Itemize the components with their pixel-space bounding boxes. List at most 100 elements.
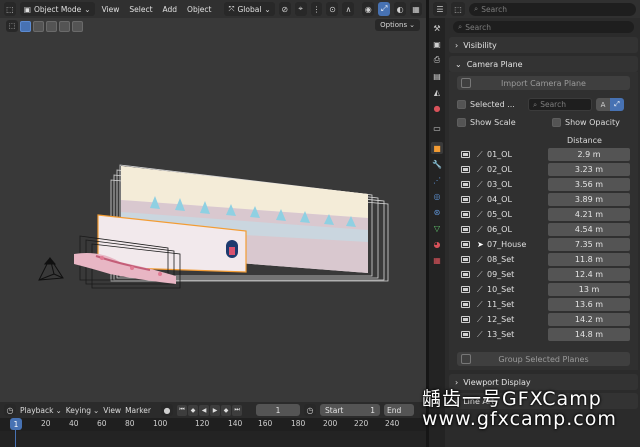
camera-view-icon[interactable] bbox=[461, 241, 470, 248]
3d-viewport[interactable]: ⬚ ▣ Object Mode ⌄ View Select Add Object… bbox=[0, 0, 426, 402]
show-scale-checkbox[interactable] bbox=[457, 118, 466, 127]
camera-view-icon[interactable] bbox=[461, 271, 470, 278]
start-frame-field[interactable]: Start 1 bbox=[320, 404, 381, 416]
import-camera-plane-button[interactable]: Import Camera Plane bbox=[457, 76, 630, 90]
list-item[interactable]: ⟋ 04_OL 3.89 m bbox=[457, 192, 630, 207]
distance-field[interactable]: 4.21 m bbox=[548, 208, 630, 221]
current-frame-field[interactable]: 1 bbox=[256, 404, 301, 416]
distance-field[interactable]: 3.89 m bbox=[548, 193, 630, 206]
camera-view-icon[interactable] bbox=[461, 211, 470, 218]
particles-tab-icon[interactable]: ⋰ bbox=[431, 174, 443, 186]
tool-tab-icon[interactable]: ⚒ bbox=[431, 22, 443, 34]
menu-select[interactable]: Select bbox=[126, 2, 155, 16]
distance-field[interactable]: 14.2 m bbox=[548, 313, 630, 326]
group-selected-planes-button[interactable]: Group Selected Planes bbox=[457, 352, 630, 366]
distance-field[interactable]: 14.8 m bbox=[548, 328, 630, 341]
camera-view-icon[interactable] bbox=[461, 151, 470, 158]
jump-start-icon[interactable]: ⏮ bbox=[177, 404, 188, 416]
play-icon[interactable]: ▶ bbox=[210, 404, 221, 416]
material-tab-icon[interactable]: ◕ bbox=[431, 238, 443, 250]
list-item[interactable]: ⟋ 05_OL 4.21 m bbox=[457, 207, 630, 222]
modifier-tab-icon[interactable]: 🔧 bbox=[431, 158, 443, 170]
pivot-icon[interactable]: ⊘ bbox=[278, 2, 291, 16]
next-keyframe-icon[interactable]: ◆ bbox=[221, 404, 232, 416]
collection-tab-icon[interactable]: ▭ bbox=[431, 122, 443, 134]
camera-view-icon[interactable] bbox=[461, 181, 470, 188]
distance-field[interactable]: 3.56 m bbox=[548, 178, 630, 191]
overlays-icon[interactable]: ◐ bbox=[394, 2, 407, 16]
end-frame-field[interactable]: End bbox=[384, 404, 415, 416]
distance-field[interactable]: 12.4 m bbox=[548, 268, 630, 281]
play-reverse-icon[interactable]: ◀ bbox=[199, 404, 210, 416]
list-item[interactable]: ⟋ 06_OL 4.54 m bbox=[457, 222, 630, 237]
distance-field[interactable]: 11.8 m bbox=[548, 253, 630, 266]
distance-field[interactable]: 3.23 m bbox=[548, 163, 630, 176]
view-object-types-icon[interactable]: ◉ bbox=[362, 2, 375, 16]
output-tab-icon[interactable]: ⎙ bbox=[431, 54, 443, 66]
list-item[interactable]: ⟋ 13_Set 14.8 m bbox=[457, 327, 630, 342]
mode-dropdown[interactable]: ▣ Object Mode ⌄ bbox=[19, 2, 95, 16]
camera-view-icon[interactable] bbox=[461, 331, 470, 338]
menu-view[interactable]: View bbox=[99, 2, 123, 16]
frame-ruler[interactable]: 20 40 60 80 100 120 140 160 180 200 220 … bbox=[0, 418, 426, 431]
plane-filter-search[interactable]: ⌕ Search bbox=[528, 98, 592, 111]
transform-orientation-dropdown[interactable]: ⤧ Global ⌄ bbox=[224, 2, 275, 16]
properties-search[interactable]: ⌕ Search bbox=[453, 21, 634, 33]
list-item[interactable]: ⟋ 12_Set 14.2 m bbox=[457, 312, 630, 327]
camera-view-icon[interactable] bbox=[461, 316, 470, 323]
clock-icon[interactable]: ◷ bbox=[304, 404, 317, 416]
camera-view-icon[interactable] bbox=[461, 196, 470, 203]
editor-type-icon[interactable]: ⬚ bbox=[4, 2, 16, 16]
snap-icon[interactable]: ⌖ bbox=[294, 2, 307, 16]
menu-keying[interactable]: Keying ⌄ bbox=[66, 406, 100, 415]
distance-field[interactable]: 4.54 m bbox=[548, 223, 630, 236]
panel-visibility[interactable]: › Visibility bbox=[449, 37, 638, 53]
list-item[interactable]: ⟋ 09_Set 12.4 m bbox=[457, 267, 630, 282]
camera-view-icon[interactable] bbox=[461, 166, 470, 173]
list-item[interactable]: ⟋ 10_Set 13 m bbox=[457, 282, 630, 297]
physics-tab-icon[interactable]: ◎ bbox=[431, 190, 443, 202]
list-item[interactable]: ➤ 07_House 7.35 m bbox=[457, 237, 630, 252]
proportional-edit-icon[interactable]: ⊙ bbox=[326, 2, 339, 16]
selected-only-checkbox[interactable] bbox=[457, 100, 466, 109]
jump-end-icon[interactable]: ⏭ bbox=[232, 404, 243, 416]
distance-field[interactable]: 2.9 m bbox=[548, 148, 630, 161]
menu-marker[interactable]: Marker bbox=[125, 406, 151, 415]
gizmo-icon[interactable]: ⤢ bbox=[378, 2, 391, 16]
world-tab-icon[interactable]: ● bbox=[431, 102, 443, 114]
scene-tab-icon[interactable]: ◭ bbox=[431, 86, 443, 98]
list-item[interactable]: ⟋ 02_OL 3.23 m bbox=[457, 162, 630, 177]
camera-view-icon[interactable] bbox=[461, 286, 470, 293]
distance-field[interactable]: 7.35 m bbox=[548, 238, 630, 251]
timeline-editor-icon[interactable]: ◷ bbox=[4, 404, 16, 416]
falloff-icon[interactable]: ∧ bbox=[342, 2, 355, 16]
camera-view-icon[interactable] bbox=[461, 301, 470, 308]
camera-view-icon[interactable] bbox=[461, 256, 470, 263]
editor-type-icon[interactable]: ☰ bbox=[433, 2, 447, 16]
prev-keyframe-icon[interactable]: ◆ bbox=[188, 404, 199, 416]
render-tab-icon[interactable]: ▣ bbox=[431, 38, 443, 50]
object-tab-icon[interactable]: ■ bbox=[431, 142, 443, 154]
panel-viewport-display[interactable]: › Viewport Display bbox=[449, 374, 638, 390]
distance-field[interactable]: 13.6 m bbox=[548, 298, 630, 311]
snap-target-icon[interactable]: ⋮ bbox=[310, 2, 323, 16]
menu-view[interactable]: View bbox=[103, 406, 121, 415]
data-tab-icon[interactable]: ▽ bbox=[431, 222, 443, 234]
playhead[interactable]: 1 bbox=[10, 418, 22, 430]
panel-line-art[interactable]: › Line Art bbox=[449, 393, 638, 409]
list-item[interactable]: ⟋ 11_Set 13.6 m bbox=[457, 297, 630, 312]
display-mode-icon[interactable]: ⬚ bbox=[451, 2, 465, 16]
texture-tab-icon[interactable]: ▦ bbox=[431, 254, 443, 266]
menu-add[interactable]: Add bbox=[160, 2, 181, 16]
header-search[interactable]: ⌕ Search bbox=[469, 2, 636, 16]
menu-playback[interactable]: Playback ⌄ bbox=[20, 406, 62, 415]
panel-camera-plane[interactable]: ⌄ Camera Plane bbox=[449, 56, 638, 72]
view-layer-tab-icon[interactable]: ▤ bbox=[431, 70, 443, 82]
menu-object[interactable]: Object bbox=[184, 2, 214, 16]
show-opacity-checkbox[interactable] bbox=[552, 118, 561, 127]
constraints-tab-icon[interactable]: ⊛ bbox=[431, 206, 443, 218]
list-item[interactable]: ⟋ 03_OL 3.56 m bbox=[457, 177, 630, 192]
record-icon[interactable]: ● bbox=[161, 404, 174, 416]
list-item[interactable]: ⟋ 08_Set 11.8 m bbox=[457, 252, 630, 267]
xray-icon[interactable]: ▦ bbox=[410, 2, 423, 16]
